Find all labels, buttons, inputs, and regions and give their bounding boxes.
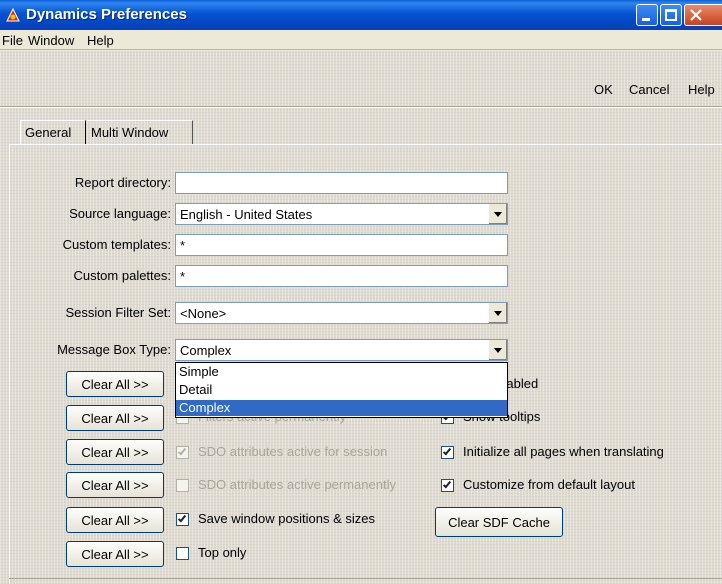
- clear-all-button[interactable]: Clear All >>: [66, 541, 164, 567]
- menu-window[interactable]: Window: [28, 33, 74, 48]
- message-box-type-options: Simple Detail Complex: [175, 362, 508, 418]
- session-filter-set-dropdown-button[interactable]: [488, 303, 507, 323]
- custom-palettes-label: Custom palettes:: [73, 268, 171, 283]
- minimize-icon: [642, 18, 650, 21]
- clear-all-button[interactable]: Clear All >>: [66, 472, 164, 498]
- custom-palettes-field[interactable]: *: [175, 265, 508, 287]
- save-window-positions-checkbox[interactable]: [176, 513, 189, 526]
- customize-default-layout-checkbox[interactable]: [441, 479, 454, 492]
- top-only-label: Top only: [198, 545, 247, 560]
- option-complex[interactable]: Complex: [176, 400, 507, 416]
- minimize-button[interactable]: [636, 4, 658, 26]
- custom-templates-field[interactable]: *: [175, 234, 508, 256]
- session-filter-set-select[interactable]: <None>: [175, 302, 508, 324]
- top-only-checkbox[interactable]: [176, 547, 189, 560]
- checkmark-icon: [442, 446, 452, 456]
- menu-file[interactable]: File: [2, 33, 23, 48]
- chevron-down-icon: [494, 212, 502, 217]
- clear-all-button[interactable]: Clear All >>: [66, 507, 164, 533]
- divider: [0, 106, 722, 108]
- clear-sdf-cache-button[interactable]: Clear SDF Cache: [435, 507, 563, 537]
- maximize-icon: [665, 9, 677, 21]
- menu-help[interactable]: Help: [87, 33, 114, 48]
- sdo-attributes-session-checkbox[interactable]: [176, 446, 189, 459]
- source-language-label: Source language:: [69, 206, 171, 221]
- menu-bar: File Window Help: [0, 30, 722, 50]
- source-language-dropdown-button[interactable]: [488, 204, 507, 224]
- sdo-attributes-permanent-label: SDO attributes active permanently: [198, 477, 396, 492]
- message-box-type-dropdown-button[interactable]: [488, 340, 507, 360]
- customize-default-layout-label: Customize from default layout: [463, 477, 635, 492]
- checkmark-icon: [442, 479, 452, 489]
- message-box-type-label: Message Box Type:: [57, 342, 171, 357]
- source-language-select[interactable]: English - United States: [175, 203, 508, 225]
- app-icon: [6, 7, 20, 22]
- close-button[interactable]: [684, 4, 722, 26]
- ok-button[interactable]: OK: [594, 82, 613, 97]
- tab-general[interactable]: General: [20, 120, 86, 144]
- window-title: Dynamics Preferences: [26, 6, 187, 23]
- title-bar: Dynamics Preferences: [0, 0, 722, 30]
- maximize-button[interactable]: [660, 4, 682, 26]
- initialize-all-pages-checkbox[interactable]: [441, 446, 454, 459]
- report-directory-label: Report directory:: [74, 175, 171, 190]
- custom-templates-label: Custom templates:: [62, 237, 171, 252]
- message-box-type-select[interactable]: Complex: [175, 339, 508, 361]
- initialize-all-pages-label: Initialize all pages when translating: [463, 444, 664, 459]
- panel-bottom-edge: [9, 578, 722, 579]
- clear-all-button[interactable]: Clear All >>: [66, 405, 164, 431]
- sdo-attributes-session-label: SDO attributes active for session: [198, 444, 388, 459]
- clear-all-button[interactable]: Clear All >>: [66, 371, 164, 397]
- save-window-positions-label: Save window positions & sizes: [198, 511, 376, 526]
- session-filter-set-label: Session Filter Set:: [65, 305, 172, 320]
- tab-multi-window[interactable]: Multi Window: [87, 120, 193, 144]
- close-icon: [690, 9, 702, 21]
- help-button[interactable]: Help: [688, 82, 715, 97]
- checkmark-icon: [177, 446, 187, 456]
- checkmark-icon: [177, 513, 187, 523]
- chevron-down-icon: [494, 311, 502, 316]
- sdo-attributes-permanent-checkbox[interactable]: [176, 479, 189, 492]
- chevron-down-icon: [494, 348, 502, 353]
- option-detail[interactable]: Detail: [176, 382, 507, 398]
- cancel-button[interactable]: Cancel: [629, 82, 669, 97]
- report-directory-field[interactable]: [175, 172, 508, 194]
- option-simple[interactable]: Simple: [176, 364, 507, 380]
- clear-all-button[interactable]: Clear All >>: [66, 439, 164, 465]
